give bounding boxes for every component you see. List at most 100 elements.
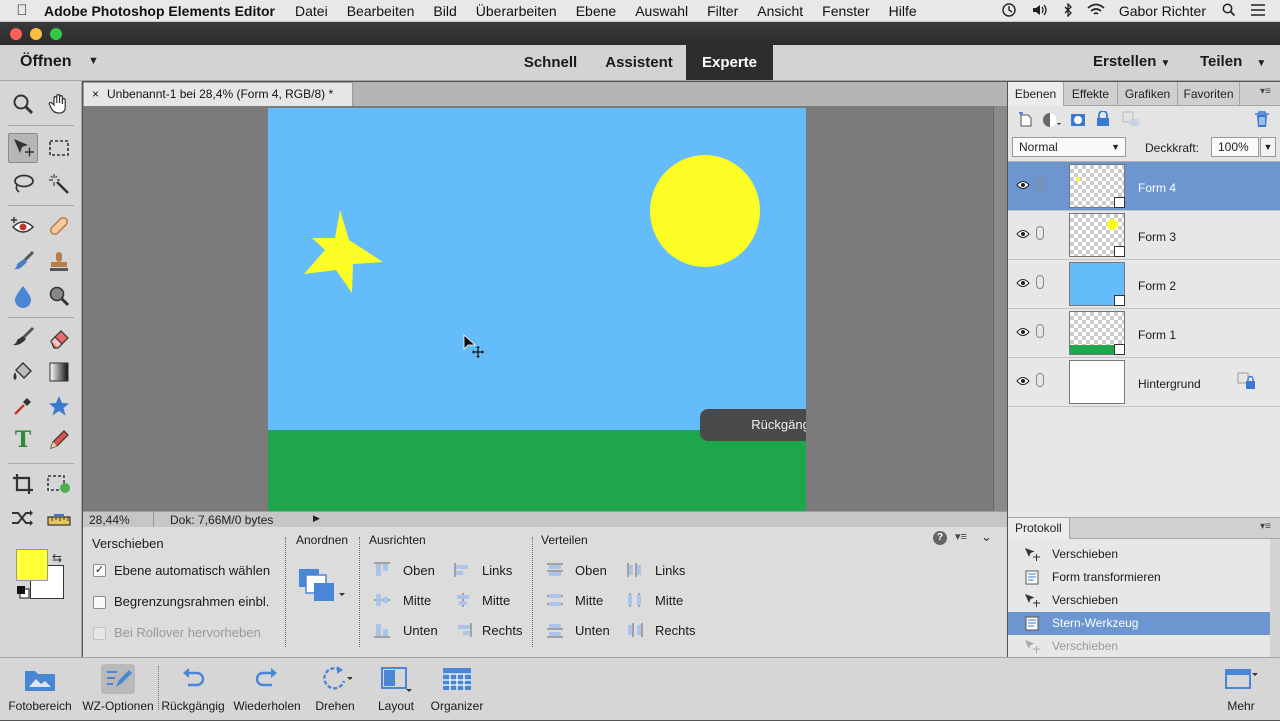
align-bottom-label[interactable]: Unten xyxy=(403,623,438,638)
organizer-button[interactable]: Organizer xyxy=(424,658,490,721)
history-scrollbar[interactable] xyxy=(1270,539,1280,657)
redo-button[interactable]: Wiederholen xyxy=(228,658,306,721)
status-menu-arrow-icon[interactable]: ▶ xyxy=(313,513,320,524)
red-eye-tool-icon[interactable] xyxy=(8,211,38,241)
distribute-middle-label[interactable]: Mitte xyxy=(575,593,603,608)
menu-ebene[interactable]: Ebene xyxy=(576,3,616,19)
zoom-tool-icon[interactable] xyxy=(8,89,38,119)
align-middle-label[interactable]: Mitte xyxy=(403,593,431,608)
distribute-right-icon[interactable] xyxy=(626,622,644,638)
lasso-tool-icon[interactable] xyxy=(8,169,38,199)
smart-brush-icon[interactable] xyxy=(8,247,38,277)
distribute-bottom-label[interactable]: Unten xyxy=(575,623,610,638)
default-colors-icon[interactable] xyxy=(16,585,30,599)
link-layer-icon[interactable] xyxy=(1036,177,1044,191)
menu-hilfe[interactable]: Hilfe xyxy=(889,3,917,19)
distribute-right-label[interactable]: Rechts xyxy=(655,623,695,638)
align-right-label[interactable]: Rechts xyxy=(482,623,522,638)
gradient-tool-icon[interactable] xyxy=(44,357,74,387)
tab-layers[interactable]: Ebenen xyxy=(1008,82,1064,106)
layer-row-form-4[interactable]: Form 4 xyxy=(1008,162,1280,211)
align-left-label[interactable]: Links xyxy=(482,563,512,578)
align-top-label[interactable]: Oben xyxy=(403,563,435,578)
straighten-tool-icon[interactable] xyxy=(44,503,74,533)
pencil-tool-icon[interactable] xyxy=(44,425,74,455)
document-area[interactable]: Rückgängig: Verschieben xyxy=(83,106,1007,511)
adjustment-layer-icon[interactable] xyxy=(1042,111,1062,129)
distribute-top-label[interactable]: Oben xyxy=(575,563,607,578)
options-menu-icon[interactable]: ▾≡ xyxy=(955,530,967,543)
menu-ansicht[interactable]: Ansicht xyxy=(757,3,803,19)
help-icon[interactable]: ? xyxy=(933,531,947,545)
link-layer-icon[interactable] xyxy=(1036,275,1044,289)
tool-options-button[interactable]: WZ-Optionen xyxy=(80,658,156,721)
blur-tool-icon[interactable] xyxy=(8,281,38,311)
align-left-icon[interactable] xyxy=(454,562,472,578)
content-aware-move-icon[interactable] xyxy=(8,503,38,533)
photo-bin-button[interactable]: Fotobereich xyxy=(0,658,80,721)
foreground-color-swatch[interactable] xyxy=(16,549,48,581)
sponge-tool-icon[interactable] xyxy=(44,281,74,311)
zoom-window-button[interactable] xyxy=(50,28,62,40)
close-window-button[interactable] xyxy=(10,28,22,40)
show-bounding-box-checkbox[interactable] xyxy=(93,596,106,609)
collapse-options-icon[interactable]: ⌄ xyxy=(981,529,992,545)
move-tool-icon[interactable] xyxy=(8,133,38,163)
layer-row-background[interactable]: Hintergrund xyxy=(1008,358,1280,407)
notification-center-icon[interactable] xyxy=(1250,3,1266,20)
vertical-scrollbar[interactable] xyxy=(993,106,1007,511)
star-shape[interactable] xyxy=(303,208,385,294)
history-item[interactable]: Form transformieren xyxy=(1008,566,1270,589)
mode-tab-quick[interactable]: Schnell xyxy=(509,45,592,80)
open-button[interactable]: Öffnen xyxy=(20,53,72,71)
volume-icon[interactable] xyxy=(1031,3,1049,20)
visibility-eye-icon[interactable] xyxy=(1016,178,1030,192)
distribute-bottom-icon[interactable] xyxy=(546,622,564,638)
eraser-tool-icon[interactable] xyxy=(44,323,74,353)
eyedropper-icon[interactable] xyxy=(8,391,38,421)
tab-history[interactable]: Protokoll xyxy=(1008,518,1070,539)
zoom-level[interactable]: 28,44% xyxy=(89,513,130,527)
sun-shape[interactable] xyxy=(650,155,760,267)
layer-row-form-3[interactable]: Form 3 xyxy=(1008,211,1280,260)
blend-mode-select[interactable]: Normal ▼ xyxy=(1012,137,1126,157)
history-item[interactable]: Verschieben xyxy=(1008,635,1270,657)
hand-tool-icon[interactable] xyxy=(44,89,74,119)
quick-selection-tool-icon[interactable] xyxy=(44,169,74,199)
open-dropdown-icon[interactable]: ▼ xyxy=(88,55,99,67)
menu-bearbeiten[interactable]: Bearbeiten xyxy=(347,3,415,19)
menu-filter[interactable]: Filter xyxy=(707,3,738,19)
recompose-tool-icon[interactable] xyxy=(44,469,74,499)
rectangular-marquee-tool-icon[interactable] xyxy=(44,133,74,163)
bluetooth-icon[interactable] xyxy=(1063,1,1073,20)
lock-transparent-icon[interactable] xyxy=(1122,111,1140,127)
menu-bild[interactable]: Bild xyxy=(433,3,456,19)
opacity-input[interactable]: 100% xyxy=(1211,137,1259,157)
layer-mask-icon[interactable] xyxy=(1070,112,1086,128)
distribute-middle-icon[interactable] xyxy=(546,592,564,608)
swap-colors-icon[interactable]: ⇆ xyxy=(52,551,62,565)
crop-tool-icon[interactable] xyxy=(8,469,38,499)
distribute-center-icon[interactable] xyxy=(626,592,644,608)
visibility-eye-icon[interactable] xyxy=(1016,227,1030,241)
time-machine-icon[interactable] xyxy=(1001,2,1017,21)
distribute-left-icon[interactable] xyxy=(626,562,644,578)
align-bottom-icon[interactable] xyxy=(373,622,391,638)
minimize-window-button[interactable] xyxy=(30,28,42,40)
menu-auswahl[interactable]: Auswahl xyxy=(635,3,688,19)
link-layer-icon[interactable] xyxy=(1036,226,1044,240)
layout-button[interactable]: Layout xyxy=(368,658,424,721)
link-layer-icon[interactable] xyxy=(1036,324,1044,338)
align-middle-icon[interactable] xyxy=(373,592,391,608)
undo-button[interactable]: Rückgängig xyxy=(158,658,228,721)
paint-bucket-icon[interactable] xyxy=(8,357,38,387)
locked-layer-icon[interactable] xyxy=(1237,372,1255,390)
more-button[interactable]: Mehr xyxy=(1214,658,1268,721)
grass-shape[interactable] xyxy=(268,430,806,511)
distribute-top-icon[interactable] xyxy=(546,562,564,578)
clone-stamp-icon[interactable] xyxy=(44,247,74,277)
align-top-icon[interactable] xyxy=(373,562,391,578)
opacity-dropdown-icon[interactable]: ▼ xyxy=(1260,137,1276,157)
menu-ueberarbeiten[interactable]: Überarbeiten xyxy=(476,3,557,19)
new-layer-icon[interactable] xyxy=(1018,112,1034,128)
